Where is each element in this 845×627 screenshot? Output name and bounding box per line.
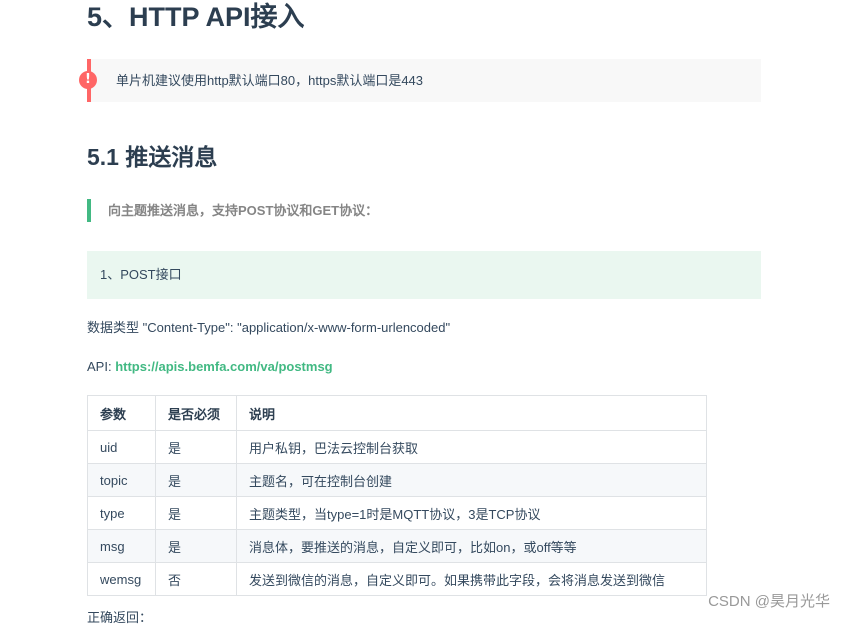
- table-row: topic 是 主题名，可在控制台创建: [87, 463, 707, 497]
- cell-required: 是: [155, 496, 237, 530]
- cell-required: 否: [155, 562, 237, 596]
- header-description: 说明: [236, 395, 707, 431]
- warning-callout: ! 单片机建议使用http默认端口80，https默认端口是443: [79, 59, 761, 102]
- subsection-heading: 5.1 推送消息: [87, 144, 218, 170]
- cell-param: uid: [87, 430, 156, 464]
- blockquote: 向主题推送消息，支持POST协议和GET协议：: [87, 199, 378, 222]
- cell-description: 用户私钥，巴法云控制台获取: [236, 430, 707, 464]
- api-label: API:: [87, 359, 116, 374]
- cell-required: 是: [155, 529, 237, 563]
- api-url-link[interactable]: https://apis.bemfa.com/va/postmsg: [115, 359, 332, 374]
- cell-description: 发送到微信的消息，自定义即可。如果携带此字段，会将消息发送到微信: [236, 562, 707, 596]
- tip-callout: 1、POST接口: [87, 251, 761, 299]
- warning-icon: !: [79, 71, 97, 89]
- table-row: type 是 主题类型，当type=1时是MQTT协议，3是TCP协议: [87, 496, 707, 530]
- csdn-watermark: CSDN @昊月光华: [708, 593, 830, 610]
- cell-description: 主题类型，当type=1时是MQTT协议，3是TCP协议: [236, 496, 707, 530]
- header-required: 是否必须: [155, 395, 237, 431]
- cell-required: 是: [155, 430, 237, 464]
- cell-description: 消息体，要推送的消息，自定义即可，比如on，或off等等: [236, 529, 707, 563]
- cell-required: 是: [155, 463, 237, 497]
- api-line: API: https://apis.bemfa.com/va/postmsg: [87, 358, 333, 376]
- cell-param: type: [87, 496, 156, 530]
- header-param: 参数: [87, 395, 156, 431]
- cell-param: wemsg: [87, 562, 156, 596]
- table-row: msg 是 消息体，要推送的消息，自定义即可，比如on，或off等等: [87, 529, 707, 563]
- tip-text: 1、POST接口: [100, 267, 182, 282]
- table-header-row: 参数 是否必须 说明: [87, 395, 707, 431]
- cell-param: msg: [87, 529, 156, 563]
- cell-param: topic: [87, 463, 156, 497]
- table-row: wemsg 否 发送到微信的消息，自定义即可。如果携带此字段，会将消息发送到微信: [87, 562, 707, 596]
- section-heading: 5、HTTP API接入: [87, 2, 305, 32]
- cell-description: 主题名，可在控制台创建: [236, 463, 707, 497]
- warning-text: 单片机建议使用http默认端口80，https默认端口是443: [116, 73, 424, 88]
- return-label: 正确返回：: [87, 610, 153, 625]
- content-type-text: 数据类型 "Content-Type": "application/x-www-…: [87, 320, 451, 335]
- params-table: 参数 是否必须 说明 uid 是 用户私钥，巴法云控制台获取 topic 是 主…: [87, 395, 707, 596]
- table-row: uid 是 用户私钥，巴法云控制台获取: [87, 430, 707, 464]
